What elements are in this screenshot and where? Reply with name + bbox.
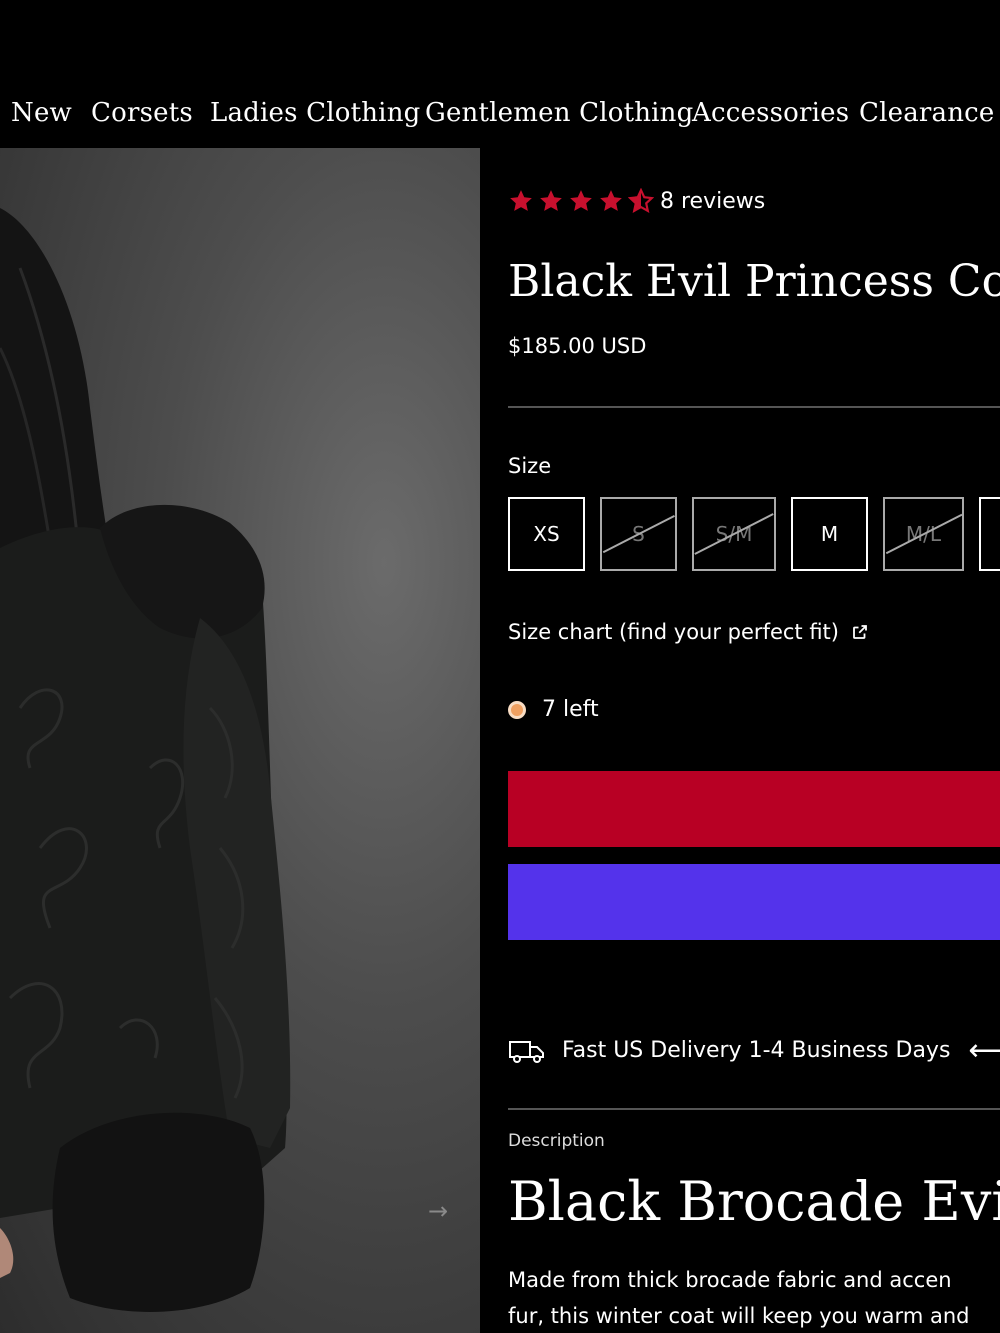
truck-icon [509, 1040, 544, 1063]
external-link-icon [853, 625, 867, 639]
size-chart-link[interactable]: Size chart (find your perfect fit) [508, 620, 869, 644]
rating[interactable]: 8 reviews [508, 186, 765, 216]
nav-item-corsets[interactable]: Corsets [91, 98, 193, 128]
star-icon [540, 190, 562, 211]
half-star-icon [628, 188, 654, 213]
size-option-label: S/M [715, 522, 753, 546]
description-line: fur, this winter coat will keep you warm… [508, 1304, 970, 1328]
product-title: Black Evil Princess Coat [508, 256, 1000, 307]
divider [508, 1108, 1000, 1110]
stock-label: 7 left [542, 697, 599, 722]
product-info: 8 reviews Black Evil Princess Coat $185.… [480, 148, 1000, 1333]
size-option-m[interactable]: M [791, 497, 868, 571]
size-option-s[interactable]: S [600, 497, 677, 571]
size-option-label: M [820, 522, 839, 546]
stock-indicator: 7 left [508, 697, 599, 722]
product-price: $185.00 USD [508, 334, 647, 358]
nav-item-new[interactable]: New [11, 98, 72, 128]
arrow-right-icon[interactable]: → [424, 1196, 452, 1226]
size-option-label: S [632, 522, 645, 546]
size-option-more[interactable] [979, 497, 1000, 571]
product-photo [0, 208, 291, 1312]
description-body: Made from thick brocade fabric and accen… [508, 1262, 1000, 1333]
return-arrow-icon: ⟵ [968, 1033, 1000, 1068]
description-label: Description [508, 1131, 605, 1151]
nav-item-accessories[interactable]: Accessories [692, 98, 849, 128]
delivery-label: Fast US Delivery 1-4 Business Days [562, 1038, 951, 1063]
size-label: Size [508, 454, 552, 478]
description-line: Made from thick brocade fabric and accen [508, 1268, 952, 1292]
shop-pay-button[interactable] [508, 864, 1000, 940]
delivery-info: Fast US Delivery 1-4 Business Days ⟵ [508, 1033, 1000, 1068]
size-option-label: M/L [905, 522, 942, 546]
nav-item-ladies-clothing[interactable]: Ladies Clothing [210, 98, 420, 128]
size-option-m-l[interactable]: M/L [883, 497, 964, 571]
main-nav: New Corsets Ladies Clothing Gentlemen Cl… [0, 0, 1000, 148]
nav-item-clearance[interactable]: Clearance [859, 98, 995, 128]
size-option-xs[interactable]: XS [508, 497, 585, 571]
nav-item-gentlemen-clothing[interactable]: Gentlemen Clothing [425, 98, 693, 128]
star-icon [510, 190, 532, 211]
reviews-link[interactable]: 8 reviews [660, 189, 765, 214]
size-chart-label: Size chart (find your perfect fit) [508, 620, 839, 644]
description-title: Black Brocade Evil [508, 1170, 1000, 1233]
star-icon [600, 190, 622, 211]
star-icon [570, 190, 592, 211]
add-to-cart-button[interactable] [508, 771, 1000, 847]
stock-dot-icon [508, 700, 526, 719]
divider [508, 406, 1000, 408]
size-option-label: XS [533, 522, 560, 546]
product-image[interactable]: → [0, 148, 480, 1333]
size-option-s-m[interactable]: S/M [692, 497, 776, 571]
